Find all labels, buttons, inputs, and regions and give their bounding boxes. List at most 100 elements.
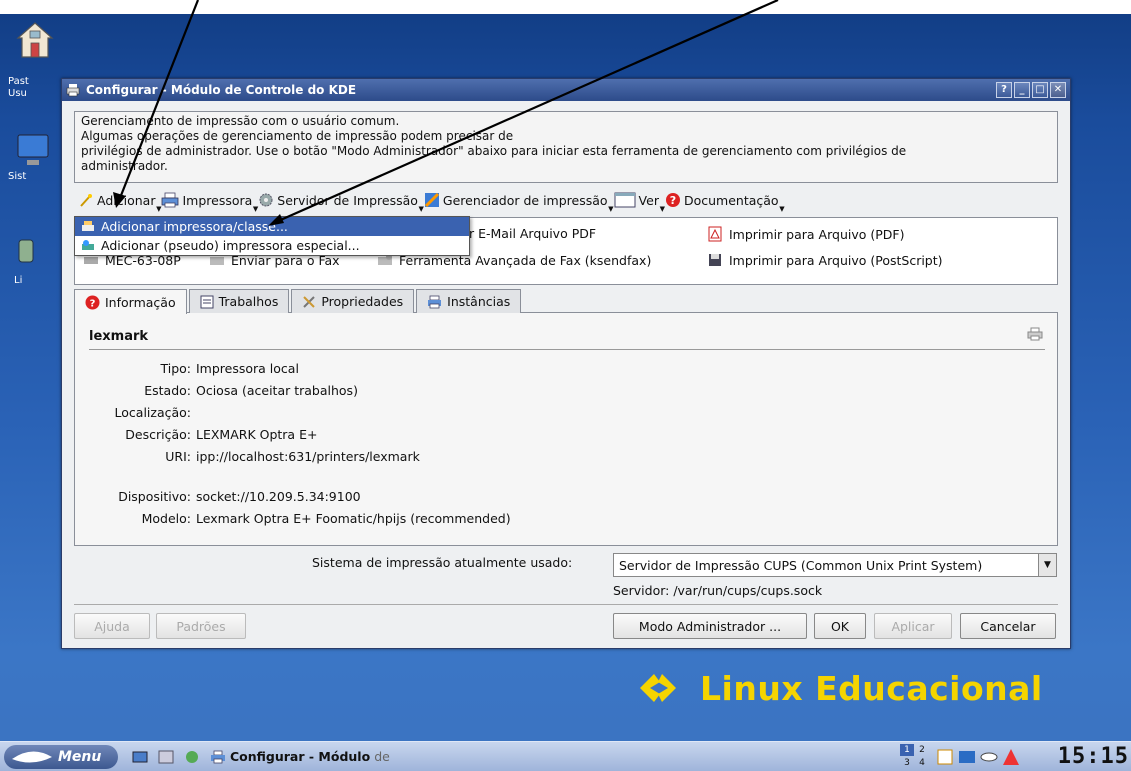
print-system-value: Servidor de Impressão CUPS (Common Unix … bbox=[619, 557, 983, 573]
window-titlebar[interactable]: Configurar - Módulo de Controle do KDE ?… bbox=[62, 79, 1070, 101]
special-printer-icon bbox=[82, 239, 94, 250]
printer-icon bbox=[66, 84, 80, 97]
ver-label: Ver bbox=[638, 192, 659, 208]
pdf-icon bbox=[708, 226, 722, 242]
desktop-label-text: Li bbox=[14, 275, 23, 286]
detail-row-dispositivo: Dispositivo: socket://10.209.5.34:9100 bbox=[75, 489, 975, 504]
printer-item-pdf[interactable]: Imprimir para Arquivo (PDF) bbox=[707, 226, 904, 242]
desktop-icon-trash[interactable]: Li bbox=[8, 236, 62, 286]
cancelar-button[interactable]: Cancelar bbox=[960, 613, 1056, 639]
maximize-button[interactable]: □ bbox=[1032, 82, 1048, 98]
desktop-icon-home[interactable] bbox=[8, 20, 62, 63]
desktop-icon-system[interactable]: Sist bbox=[8, 132, 62, 182]
printer-icon bbox=[211, 750, 225, 763]
menu-item-add-printer-class[interactable]: Adicionar impressora/classe... bbox=[75, 217, 469, 236]
desktop-label-usu[interactable]: Usu bbox=[8, 88, 62, 99]
ver-menu-button[interactable]: Ver ▼ bbox=[614, 192, 665, 213]
print-system-select[interactable]: Servidor de Impressão CUPS (Common Unix … bbox=[613, 553, 1057, 577]
tab-trabalhos[interactable]: Trabalhos bbox=[188, 289, 290, 313]
impressora-menu-button[interactable]: Impressora ▼ bbox=[161, 192, 258, 213]
adicionar-menu-button[interactable]: Adicionar ▼ bbox=[78, 192, 161, 213]
kde-control-module-window: Configurar - Módulo de Controle do KDE ?… bbox=[61, 78, 1071, 649]
printer-add-icon bbox=[82, 220, 94, 231]
detail-value: socket://10.209.5.34:9100 bbox=[196, 489, 361, 504]
wand-icon bbox=[80, 194, 92, 207]
detail-key: Modelo: bbox=[141, 511, 191, 526]
browser-icon[interactable] bbox=[184, 749, 200, 765]
desktop-label-text: Usu bbox=[8, 88, 27, 99]
detail-row-descricao: Descrição: LEXMARK Optra E+ bbox=[75, 427, 975, 442]
pager-desktop-2[interactable]: 2 bbox=[915, 744, 929, 756]
start-menu-button[interactable]: Menu bbox=[4, 744, 118, 770]
help-icon: ? bbox=[665, 193, 680, 207]
pager-desktop-1[interactable]: 1 bbox=[900, 744, 914, 756]
modo-administrador-button[interactable]: Modo Administrador ... bbox=[613, 613, 807, 639]
help-button[interactable]: ? bbox=[996, 82, 1012, 98]
detail-value: Lexmark Optra E+ Foomatic/hpijs (recomme… bbox=[196, 511, 511, 526]
menu-item-label: Adicionar (pseudo) impressora especial..… bbox=[101, 238, 360, 253]
servidor-label: Servidor de Impressão bbox=[277, 192, 418, 208]
title-divider bbox=[89, 349, 1045, 350]
menu-icon bbox=[12, 750, 52, 763]
toolbar: Adicionar ▼ Impressora ▼ Servidor de Impre… bbox=[74, 187, 1058, 213]
pager-desktop-3[interactable]: 3 bbox=[900, 757, 914, 769]
ok-button[interactable]: OK bbox=[814, 613, 866, 639]
ajuda-button[interactable]: Ajuda bbox=[74, 613, 150, 639]
detail-key: Descrição: bbox=[125, 427, 191, 442]
brand-text: Linux Educacional bbox=[700, 668, 1043, 708]
clipboard-icon[interactable] bbox=[936, 748, 954, 766]
tab-informacao[interactable]: ? Informação bbox=[74, 289, 187, 314]
detail-value: LEXMARK Optra E+ bbox=[196, 427, 318, 442]
detail-key: Localização: bbox=[114, 405, 191, 420]
detail-key: URI: bbox=[165, 449, 191, 464]
printer-item-postscript[interactable]: Imprimir para Arquivo (PostScript) bbox=[707, 252, 943, 268]
floppy-icon bbox=[709, 254, 721, 266]
terminal-icon[interactable] bbox=[158, 749, 174, 765]
aplicar-button[interactable]: Aplicar bbox=[874, 613, 952, 639]
printer-item-email-pdf[interactable]: r E-Mail Arquivo PDF bbox=[469, 226, 596, 241]
tab-label: Instâncias bbox=[447, 294, 511, 309]
taskbar-window-item[interactable]: Configurar - Módulo de bbox=[210, 749, 390, 764]
task-title: Configurar - Módulo bbox=[230, 749, 371, 764]
detail-value: Impressora local bbox=[196, 361, 299, 376]
alert-icon[interactable] bbox=[1002, 748, 1020, 766]
minimize-button[interactable]: _ bbox=[1014, 82, 1030, 98]
printer-name: lexmark bbox=[89, 329, 149, 344]
window-title: Configurar - Módulo de Controle do KDE bbox=[86, 83, 357, 97]
info-tab-panel: lexmark Tipo: Impressora local Estado: Oci… bbox=[74, 312, 1058, 546]
detail-key: Estado: bbox=[144, 383, 191, 398]
network-icon[interactable] bbox=[958, 748, 976, 766]
desktop-label-text: Past bbox=[8, 76, 29, 87]
adicionar-label: Adicionar bbox=[97, 192, 156, 208]
top-white-margin bbox=[0, 0, 1131, 14]
printer-icon bbox=[162, 192, 179, 208]
monitor-icon bbox=[17, 134, 49, 165]
desktop-label-text: Sist bbox=[8, 171, 27, 182]
menu-item-add-special-printer[interactable]: Adicionar (pseudo) impressora especial..… bbox=[75, 236, 469, 255]
task-title-faded: de bbox=[374, 749, 390, 764]
gerenciador-menu-button[interactable]: Gerenciador de impressão ▼ bbox=[424, 192, 614, 213]
documentacao-menu-button[interactable]: ? Documentação ▼ bbox=[665, 192, 785, 213]
printer-icon bbox=[428, 295, 442, 308]
paint-icon bbox=[424, 192, 439, 208]
eye-icon[interactable] bbox=[980, 748, 998, 766]
chevron-down-icon[interactable]: ▼ bbox=[1038, 554, 1056, 576]
window-icon bbox=[614, 192, 636, 208]
tab-propriedades[interactable]: Propriedades bbox=[291, 289, 415, 313]
padroes-button[interactable]: Padrões bbox=[156, 613, 246, 639]
detail-row-localizacao: Localização: bbox=[75, 405, 975, 420]
close-button[interactable]: ✕ bbox=[1050, 82, 1066, 98]
linux-educacional-brand: Linux Educacional bbox=[630, 668, 1043, 708]
server-path: Servidor: /var/run/cups/cups.sock bbox=[613, 583, 823, 598]
pager-desktop-4[interactable]: 4 bbox=[915, 757, 929, 769]
button-divider bbox=[74, 604, 1058, 605]
printer-label: Imprimir para Arquivo (PostScript) bbox=[729, 252, 943, 268]
servidor-menu-button[interactable]: Servidor de Impressão ▼ bbox=[258, 192, 424, 213]
tab-instancias[interactable]: Instâncias bbox=[416, 289, 522, 313]
info-line: Algumas operações de gerenciamento de im… bbox=[81, 129, 514, 143]
dropdown-arrow-icon: ▼ bbox=[779, 205, 785, 213]
detail-value: ipp://localhost:631/printers/lexmark bbox=[196, 449, 420, 464]
desktop-label-past[interactable]: Past bbox=[8, 76, 62, 87]
desktop-show-icon[interactable] bbox=[132, 749, 148, 765]
svg-text:?: ? bbox=[90, 298, 96, 309]
